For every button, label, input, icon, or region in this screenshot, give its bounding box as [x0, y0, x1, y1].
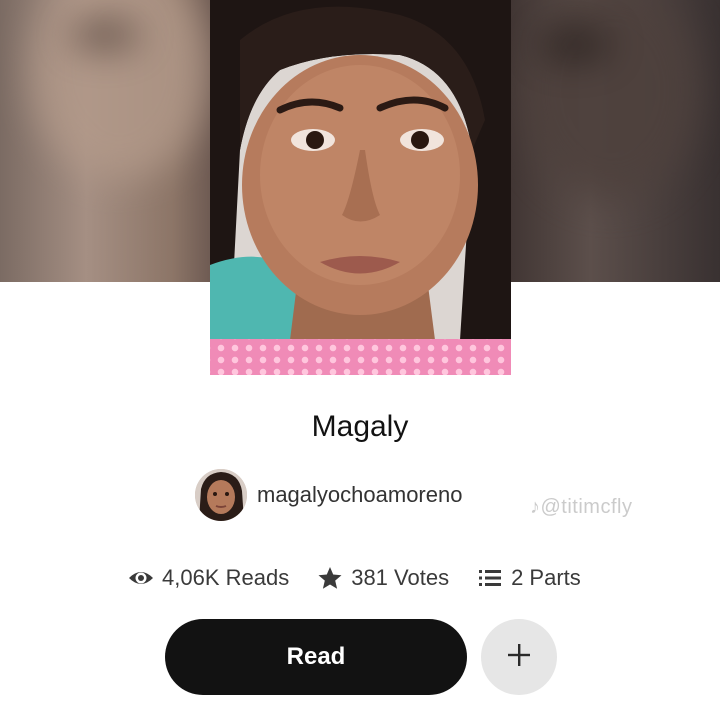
watermark-handle: @titimcfly [540, 496, 633, 518]
votes-stat: 381 Votes [317, 565, 449, 591]
list-icon [477, 565, 503, 591]
parts-stat: 2 Parts [477, 565, 581, 591]
author-row[interactable]: magalyochoamoreno [195, 467, 462, 523]
story-cover[interactable] [210, 0, 511, 375]
parts-count: 2 Parts [511, 565, 581, 590]
story-stats: 4,06K Reads 381 Votes 2 Parts [128, 560, 581, 596]
add-to-library-button[interactable] [481, 619, 557, 695]
read-button[interactable]: Read [165, 619, 467, 695]
author-avatar[interactable] [195, 469, 247, 521]
star-icon [317, 565, 343, 591]
reads-count: 4,06K Reads [162, 565, 290, 590]
votes-count: 381 Votes [351, 565, 450, 590]
author-name[interactable]: magalyochoamoreno [257, 482, 462, 508]
story-title: Magaly [311, 410, 409, 443]
plus-icon [506, 642, 532, 673]
eye-icon [128, 565, 154, 591]
reads-stat: 4,06K Reads [128, 565, 289, 591]
cover-pink-strip [210, 339, 511, 375]
tiktok-watermark: ♪@titimcfly [530, 496, 632, 519]
tiktok-icon: ♪ [530, 496, 541, 518]
cover-portrait-image [210, 0, 511, 340]
